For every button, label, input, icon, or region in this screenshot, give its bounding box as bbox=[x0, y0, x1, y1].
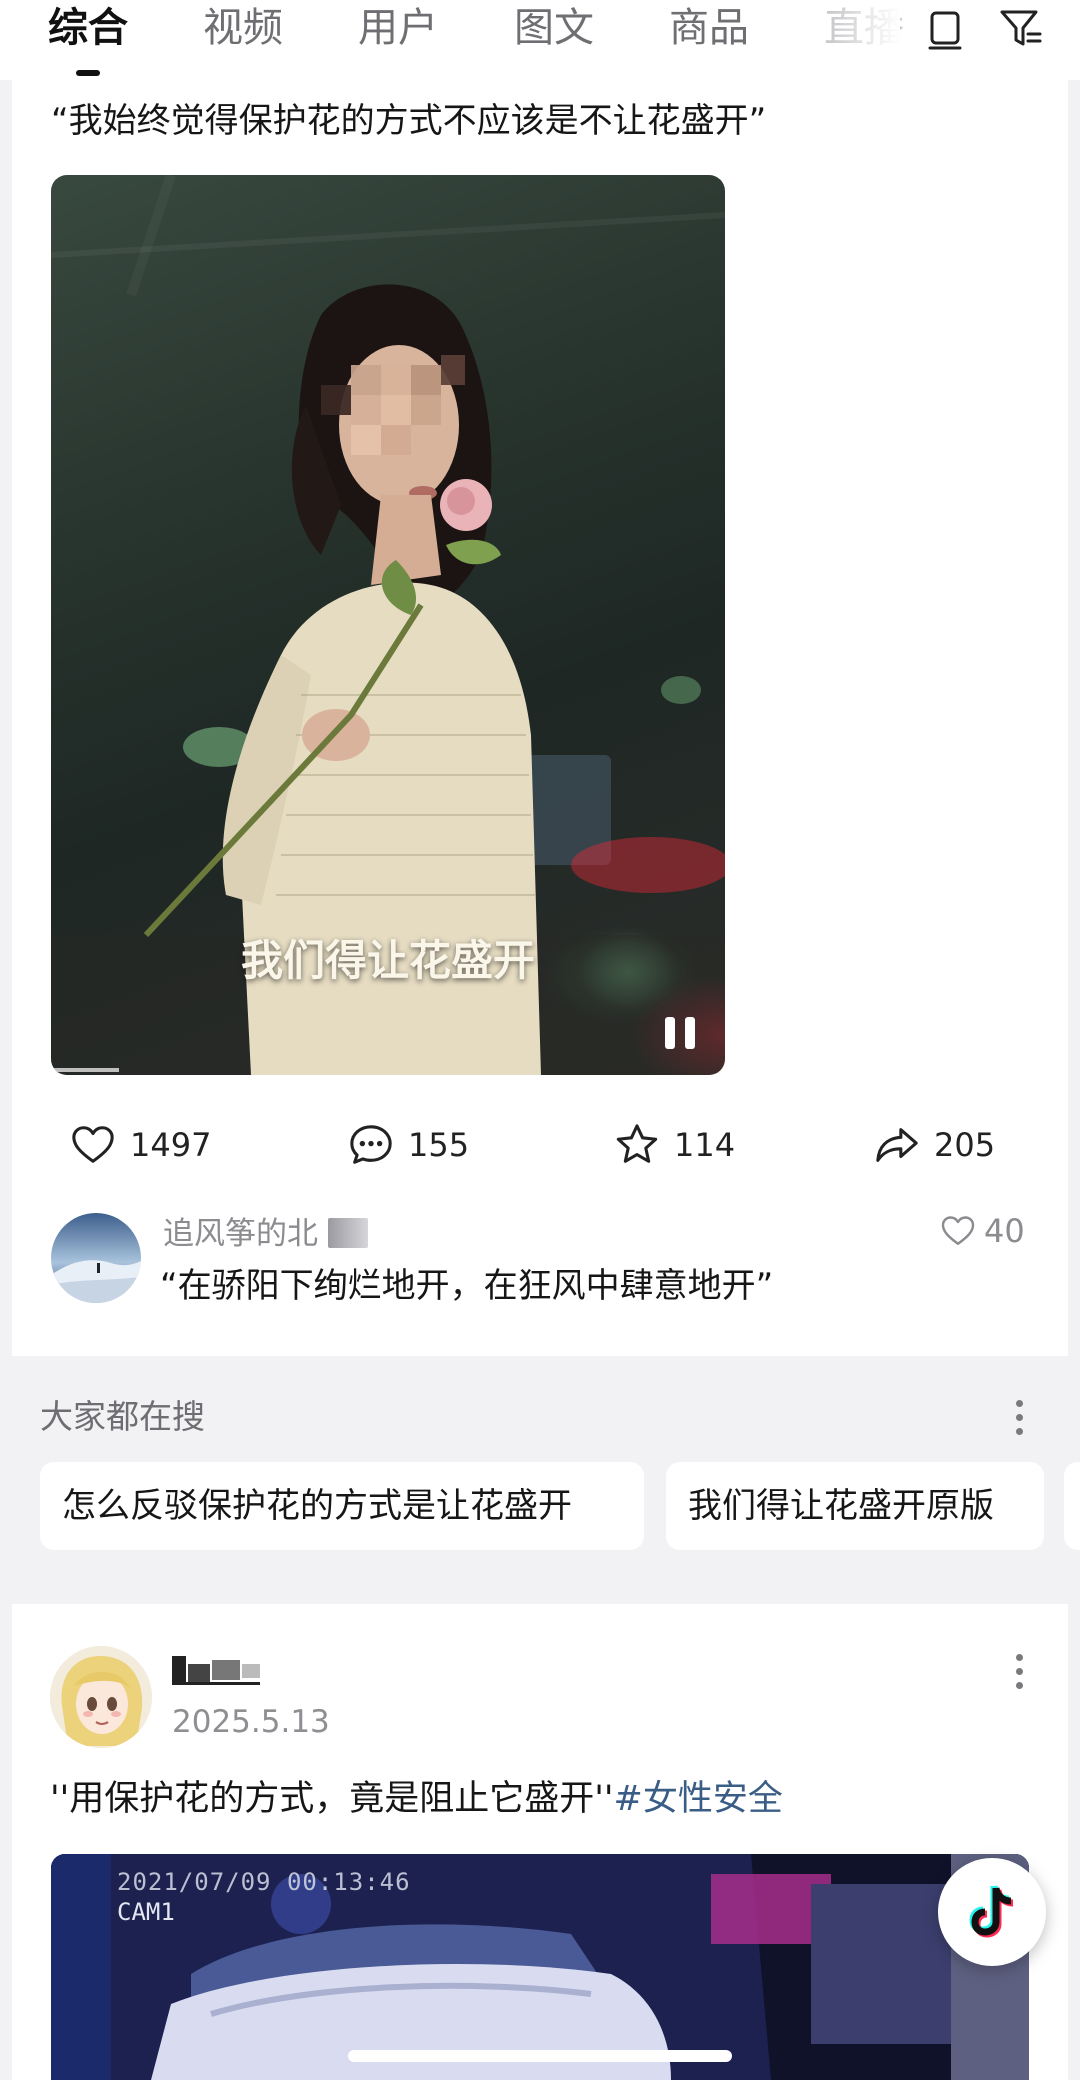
author-avatar[interactable] bbox=[50, 1646, 152, 1748]
comment-bubble-icon bbox=[350, 1125, 392, 1164]
tab-overflow-fade bbox=[830, 0, 900, 70]
blurred-emoji bbox=[327, 1218, 368, 1248]
trending-searches-title: 大家都在搜 bbox=[40, 1397, 205, 1436]
heart-icon bbox=[941, 1216, 975, 1245]
tab-users[interactable]: 用户 bbox=[358, 2, 438, 54]
share-button[interactable]: 205 bbox=[874, 1120, 995, 1170]
hashtag-link[interactable]: #女性安全 bbox=[614, 1779, 783, 1819]
comment-count: 155 bbox=[408, 1126, 470, 1164]
search-chip[interactable]: 我们得让花盛开原版 bbox=[666, 1462, 1044, 1550]
home-indicator[interactable] bbox=[348, 2050, 732, 2062]
heart-icon bbox=[72, 1126, 114, 1163]
favorite-count: 114 bbox=[674, 1126, 736, 1164]
video-progress-bar[interactable] bbox=[51, 1068, 119, 1072]
post-caption-text: ''用保护花的方式，竟是阻止它盛开'' bbox=[50, 1779, 614, 1819]
like-count: 1497 bbox=[130, 1126, 212, 1164]
rectangle-stack-icon[interactable] bbox=[921, 4, 969, 52]
commenter-avatar[interactable] bbox=[51, 1213, 141, 1303]
comment-like-button[interactable]: 40 bbox=[940, 1212, 1025, 1250]
search-tab-bar: 综合 视频 用户 图文 商品 直播 bbox=[0, 0, 1080, 80]
video-thumbnail[interactable]: 2021/07/09 00:13:46 CAM1 bbox=[51, 1854, 1029, 2080]
share-count: 205 bbox=[934, 1126, 996, 1164]
more-options-icon[interactable] bbox=[1014, 1400, 1024, 1440]
post-date: 2025.5.13 bbox=[172, 1704, 330, 1740]
post-title[interactable]: “我始终觉得保护花的方式不应该是不让花盛开” bbox=[51, 98, 766, 144]
comment-button[interactable]: 155 bbox=[348, 1120, 469, 1170]
active-tab-indicator bbox=[76, 70, 100, 76]
search-chip[interactable]: 怎么反驳保护花的方式是让花盛开 bbox=[40, 1462, 644, 1550]
douyin-floating-button[interactable] bbox=[938, 1858, 1046, 1966]
post-more-options-icon[interactable] bbox=[1014, 1654, 1024, 1694]
pause-icon[interactable] bbox=[663, 1015, 697, 1051]
tab-video[interactable]: 视频 bbox=[203, 2, 283, 54]
share-arrow-icon bbox=[876, 1128, 918, 1162]
cctv-timestamp: 2021/07/09 00:13:46 bbox=[117, 1868, 411, 1896]
tab-image-text[interactable]: 图文 bbox=[514, 2, 594, 54]
like-button[interactable]: 1497 bbox=[70, 1120, 211, 1170]
douyin-logo-icon bbox=[969, 1885, 1014, 1938]
video-player[interactable]: 我们得让花盛开 bbox=[51, 175, 725, 1075]
comment-like-count: 40 bbox=[984, 1212, 1025, 1250]
cctv-camera-label: CAM1 bbox=[117, 1898, 175, 1926]
commenter-username-text: 追风筝的北 bbox=[163, 1216, 318, 1252]
post-caption[interactable]: ''用保护花的方式，竟是阻止它盛开''#女性安全 bbox=[50, 1774, 783, 1824]
star-icon bbox=[616, 1124, 658, 1163]
comment-text: “在骄阳下绚烂地开，在狂风中肆意地开” bbox=[160, 1266, 774, 1306]
commenter-username[interactable]: 追风筝的北 bbox=[163, 1212, 368, 1256]
video-caption: 我们得让花盛开 bbox=[240, 936, 535, 985]
search-chip-partial[interactable] bbox=[1064, 1462, 1080, 1550]
author-name-redacted[interactable] bbox=[172, 1650, 264, 1690]
tab-products[interactable]: 商品 bbox=[669, 2, 749, 54]
filter-icon[interactable] bbox=[996, 4, 1044, 52]
tab-comprehensive[interactable]: 综合 bbox=[48, 2, 128, 54]
favorite-button[interactable]: 114 bbox=[614, 1120, 735, 1170]
